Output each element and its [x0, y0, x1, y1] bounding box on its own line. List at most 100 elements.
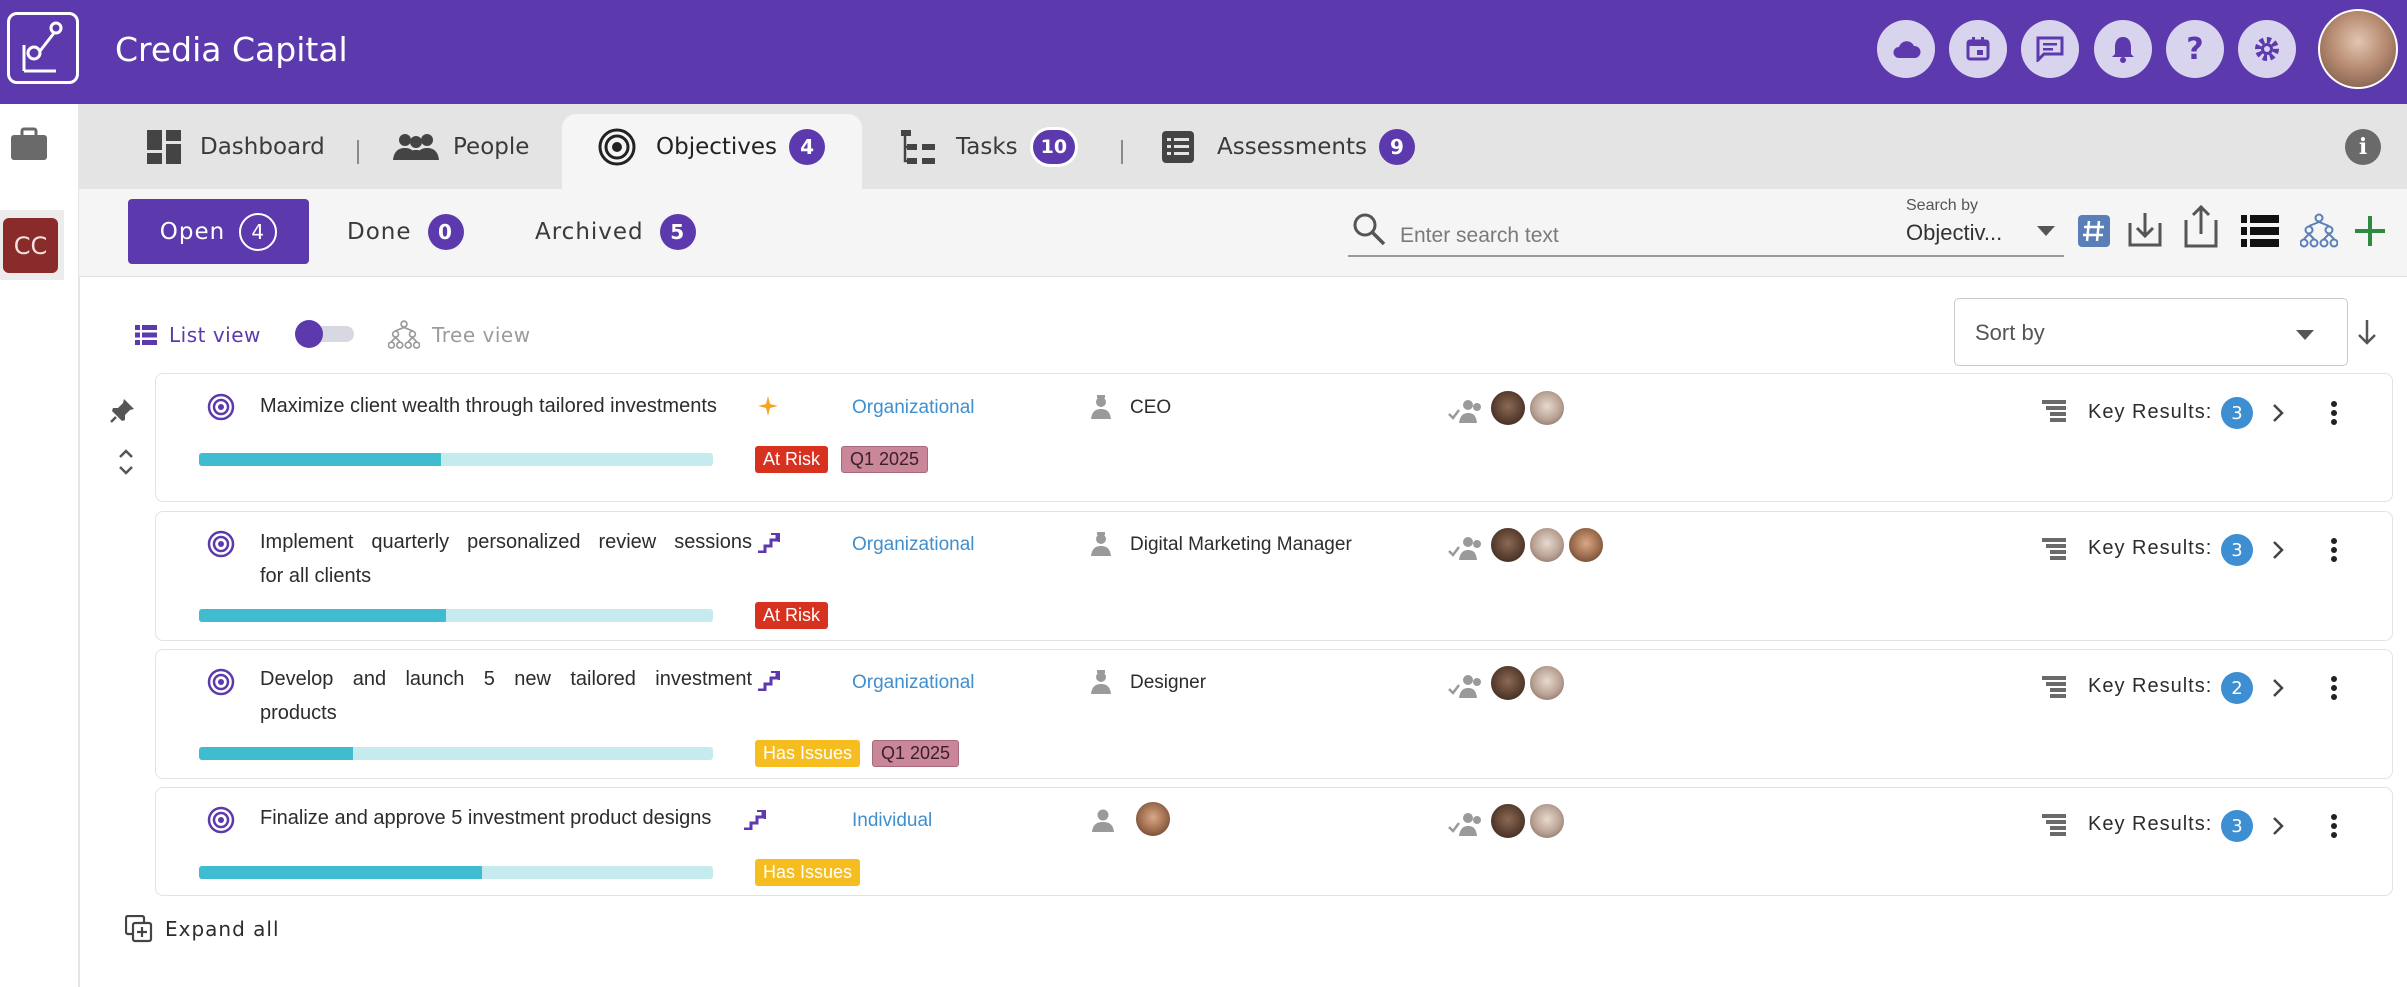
more-options-icon[interactable] [2330, 400, 2338, 430]
list-view-toggle[interactable]: List view [135, 323, 261, 347]
reorder-chevrons-icon[interactable] [116, 448, 136, 480]
key-results-label: Key Results: [2088, 401, 2213, 423]
contributor-avatar[interactable] [1489, 526, 1527, 564]
objective-title-continued[interactable]: for all clients [260, 559, 371, 594]
company-avatar[interactable]: CC [3, 218, 58, 273]
tab-tasks[interactable]: Tasks 10 [900, 104, 1079, 189]
progress-bar [199, 609, 713, 622]
sort-direction-icon[interactable] [2356, 318, 2378, 350]
info-icon[interactable]: i [2345, 129, 2381, 165]
objective-target-icon [207, 668, 235, 700]
chevron-right-icon[interactable] [2271, 402, 2285, 428]
search-icon [1352, 212, 1386, 250]
tab-label: Assessments [1217, 133, 1367, 160]
contributor-avatar[interactable] [1489, 802, 1527, 840]
contributor-avatar[interactable] [1528, 664, 1566, 702]
progress-bar [199, 453, 713, 466]
calendar-icon[interactable] [1949, 20, 2007, 78]
quarter-badge: Q1 2025 [841, 446, 929, 473]
objective-scope[interactable]: Organizational [852, 534, 975, 556]
expand-all-button[interactable]: Expand all [125, 915, 280, 943]
bell-icon[interactable] [2094, 20, 2152, 78]
chevron-down-icon[interactable] [2296, 330, 2314, 340]
chat-icon[interactable] [2021, 20, 2079, 78]
objective-target-icon [207, 393, 235, 425]
download-icon[interactable] [2127, 209, 2163, 253]
search-by-select[interactable]: Objectiv... [1906, 220, 2002, 246]
objective-title[interactable]: Finalize and approve 5 investment produc… [260, 801, 711, 836]
view-switch-thumb[interactable] [295, 320, 323, 348]
app-logo-icon[interactable] [7, 12, 79, 84]
dashboard-icon [147, 129, 181, 164]
hashtag-icon[interactable] [2077, 214, 2111, 252]
list-layout-icon[interactable] [2241, 215, 2279, 251]
objective-title[interactable]: Develop and launch 5 new tailored invest… [260, 662, 752, 697]
tab-divider [357, 140, 359, 164]
add-objective-button[interactable] [2353, 214, 2387, 252]
progress-fill [199, 609, 446, 622]
pin-icon[interactable] [110, 397, 136, 427]
objective-owner: Digital Marketing Manager [1130, 534, 1352, 555]
tree-view-toggle[interactable]: Tree view [388, 319, 531, 351]
objective-scope[interactable]: Organizational [852, 397, 975, 419]
assessments-icon [1162, 130, 1194, 163]
filter-archived-button[interactable]: Archived 5 [535, 199, 696, 264]
key-result-steps-icon [757, 531, 781, 557]
help-icon[interactable]: ? [2166, 20, 2224, 78]
objective-scope[interactable]: Organizational [852, 672, 975, 694]
more-options-icon[interactable] [2330, 813, 2338, 843]
quarter-badge: Q1 2025 [872, 740, 960, 767]
chevron-down-icon[interactable] [2037, 226, 2055, 236]
more-options-icon[interactable] [2330, 675, 2338, 705]
tab-objectives[interactable]: Objectives 4 [598, 104, 826, 189]
owner-role-icon [1089, 669, 1113, 699]
contributor-avatar[interactable] [1567, 526, 1605, 564]
contributor-avatar[interactable] [1528, 526, 1566, 564]
more-options-icon[interactable] [2330, 537, 2338, 567]
filter-count: 0 [427, 213, 464, 250]
people-icon [393, 133, 439, 160]
search-by-label: Search by [1906, 197, 1979, 214]
chevron-right-icon[interactable] [2271, 539, 2285, 565]
key-result-steps-icon [743, 808, 767, 834]
expand-all-label: Expand all [165, 917, 280, 941]
progress-bar [199, 747, 713, 760]
objective-scope[interactable]: Individual [852, 810, 932, 832]
filter-done-button[interactable]: Done 0 [347, 199, 464, 264]
filter-label: Archived [535, 218, 644, 245]
share-icon[interactable] [2183, 204, 2219, 252]
cloud-icon[interactable] [1877, 20, 1935, 78]
tab-dashboard[interactable]: Dashboard [146, 104, 325, 189]
owner-avatar[interactable] [1134, 800, 1172, 838]
briefcase-icon[interactable] [10, 127, 48, 161]
chevron-right-icon[interactable] [2271, 677, 2285, 703]
person-icon [1091, 808, 1115, 836]
tab-people[interactable]: People [393, 104, 529, 189]
contributor-avatar[interactable] [1528, 389, 1566, 427]
filter-count: 5 [659, 213, 696, 250]
tree-icon [388, 320, 420, 349]
objective-title-continued[interactable]: products [260, 696, 337, 731]
tab-assessments[interactable]: Assessments 9 [1161, 104, 1415, 189]
search-input[interactable] [1398, 220, 1902, 252]
expand-all-icon [125, 915, 153, 943]
tab-label: Tasks [956, 133, 1018, 160]
contributor-avatar[interactable] [1489, 664, 1527, 702]
contributor-avatar[interactable] [1528, 802, 1566, 840]
contributors-icon [1448, 673, 1482, 703]
gear-icon[interactable] [2238, 20, 2296, 78]
progress-fill [199, 747, 354, 760]
chevron-right-icon[interactable] [2271, 815, 2285, 841]
tab-count-badge: 4 [789, 128, 826, 165]
contributor-avatar[interactable] [1489, 389, 1527, 427]
org-chart-icon[interactable] [2299, 213, 2339, 253]
key-results-count: 3 [2221, 810, 2253, 842]
filter-label: Open [159, 218, 226, 245]
owner-role-icon [1089, 394, 1113, 424]
tab-label: People [453, 133, 530, 160]
objective-title[interactable]: Maximize client wealth through tailored … [260, 389, 717, 424]
objective-title[interactable]: Implement quarterly personalized review … [260, 525, 752, 560]
user-avatar[interactable] [2318, 9, 2398, 89]
filter-open-button[interactable]: Open 4 [128, 199, 309, 264]
tab-label: Objectives [656, 133, 778, 160]
